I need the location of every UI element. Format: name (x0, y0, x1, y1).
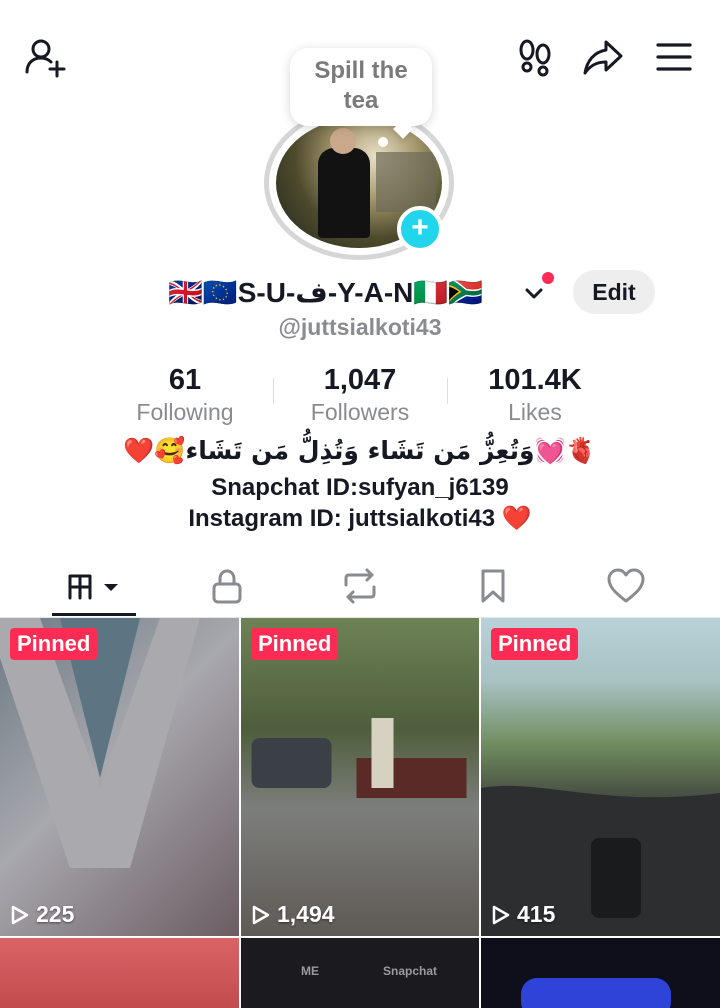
notification-dot (542, 272, 554, 284)
video-tile[interactable]: Pinned 1,494 (241, 618, 479, 936)
bubble-dot (378, 137, 388, 147)
add-friend-icon[interactable] (24, 36, 66, 78)
video-tile[interactable]: Pinned 225 (0, 618, 239, 936)
edit-profile-button[interactable]: Edit (573, 270, 655, 314)
pinned-badge: Pinned (491, 628, 579, 660)
menu-icon[interactable] (653, 36, 695, 78)
tab-liked[interactable] (596, 564, 656, 608)
username: @juttsialkoti43 (278, 314, 442, 340)
play-icon (492, 905, 510, 924)
stat-followers[interactable]: 1,047 Followers (285, 364, 435, 426)
footprints-icon[interactable] (514, 36, 556, 78)
stat-likes[interactable]: 101.4K Likes (460, 364, 610, 426)
note-line-2: tea (343, 87, 379, 114)
name-row: 🇬🇧🇪🇺S-U-ف-Y-A-N🇮🇹🇿🇦 Edit (0, 270, 720, 316)
note-line-1: Spill the (314, 57, 408, 84)
view-count-value: 1,494 (277, 901, 335, 927)
profile-tabs (0, 558, 720, 618)
tab-favorites[interactable] (463, 564, 523, 608)
view-count-value: 225 (36, 901, 75, 927)
play-icon (11, 905, 29, 924)
video-tile[interactable]: ME Snapchat (241, 938, 479, 1008)
bio-line-2: Snapchat ID:sufyan_j6139 (211, 474, 509, 501)
bio-line-3: Instagram ID: juttsialkoti43 ❤️ (188, 505, 532, 532)
tile-thumbnail (0, 618, 200, 868)
video-tile[interactable] (481, 938, 720, 1008)
stat-divider (447, 378, 448, 404)
note-bubble[interactable]: Spill the tea (290, 48, 432, 139)
video-tile[interactable]: Pinned 415 (481, 618, 720, 936)
followers-label: Followers (310, 399, 410, 425)
play-icon (252, 905, 270, 924)
tile-thumbnail (481, 785, 720, 936)
stat-following[interactable]: 61 Following (110, 364, 260, 426)
video-tile[interactable] (0, 938, 239, 1008)
following-count: 61 (168, 364, 202, 396)
view-count: 225 (10, 901, 74, 928)
likes-count: 101.4K (488, 364, 582, 396)
share-icon[interactable] (582, 36, 624, 78)
video-grid: Pinned 225 Pinned 1,494 Pinned 415 ME Sn… (0, 618, 720, 1008)
tile-text-left: ME (301, 964, 319, 978)
tab-active-indicator (52, 613, 136, 616)
avatar-background (376, 152, 436, 212)
view-count: 415 (491, 901, 555, 928)
tile-thumbnail (251, 718, 467, 798)
display-name: 🇬🇧🇪🇺S-U-ف-Y-A-N🇮🇹🇿🇦 (168, 277, 484, 308)
chevron-down-icon[interactable] (523, 282, 545, 309)
tile-text-right: Snapchat (383, 964, 438, 978)
pinned-badge: Pinned (10, 628, 98, 660)
following-label: Following (136, 399, 234, 425)
followers-count: 1,047 (323, 364, 397, 396)
tile-thumbnail (521, 978, 671, 1008)
pinned-badge: Pinned (251, 628, 339, 660)
avatar-figure-head (330, 128, 356, 154)
add-story-button[interactable]: + (397, 206, 443, 252)
tab-reposts[interactable] (330, 564, 390, 608)
avatar-figure (318, 148, 370, 238)
tab-private[interactable] (197, 564, 257, 608)
likes-label: Likes (508, 399, 562, 425)
view-count: 1,494 (251, 901, 335, 928)
bio-line-1: ❤️🥰وَتُعِزُّ مَن تَشَاء وَتُذِلُّ مَن تَ… (123, 436, 597, 465)
avatar-container[interactable]: + (264, 106, 456, 262)
view-count-value: 415 (517, 901, 556, 927)
tab-videos[interactable] (64, 564, 124, 608)
stat-divider (273, 378, 274, 404)
